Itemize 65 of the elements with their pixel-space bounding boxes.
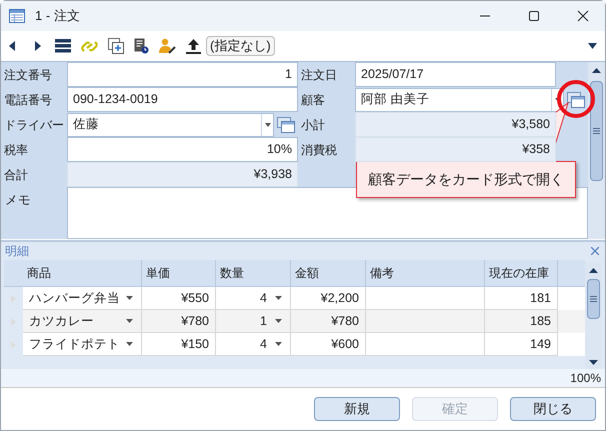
input-field[interactable]: 10%	[67, 137, 298, 162]
field-label: 小計	[300, 116, 326, 134]
field-label: 注文日	[300, 66, 338, 84]
field-label: 合計	[3, 166, 29, 184]
list-icon[interactable]	[55, 39, 71, 53]
readonly-field: ¥358	[355, 137, 556, 162]
caret-icon	[264, 122, 270, 126]
tooltip: 顧客データをカード形式で開く	[356, 161, 576, 198]
readonly-field: ¥3,938	[67, 162, 298, 187]
table-cell: ¥150	[142, 333, 216, 356]
action-button[interactable]: 閉じる	[510, 397, 596, 421]
column-header[interactable]: 現在の在庫	[485, 260, 558, 286]
copy-add-icon[interactable]	[108, 38, 124, 54]
caret-icon	[126, 296, 133, 300]
memo-field[interactable]	[67, 187, 588, 239]
readonly-field: ¥3,580	[355, 112, 556, 137]
column-header[interactable]: 備考	[366, 260, 485, 286]
window-title: 1 - 注文	[35, 7, 80, 26]
input-field[interactable]: 2025/07/17	[355, 62, 556, 87]
caret-icon	[275, 342, 282, 346]
zoom-level: 100%	[570, 370, 601, 387]
column-header[interactable]: 商品	[23, 260, 142, 286]
scrollbar[interactable]	[588, 62, 605, 239]
card-window-icon[interactable]	[567, 92, 585, 108]
table-icon	[9, 9, 25, 23]
upload-icon[interactable]	[186, 38, 201, 54]
panel-title: 明細	[5, 243, 29, 260]
grip-icon	[590, 296, 597, 302]
next-icon[interactable]	[35, 41, 41, 51]
caret-icon	[126, 319, 133, 323]
column-header[interactable]: 金額	[291, 260, 366, 286]
field-label: 電話番号	[3, 92, 53, 108]
scroll-up-icon[interactable]	[592, 68, 601, 73]
table-cell: 149	[485, 333, 558, 356]
combo-cell[interactable]: 4	[216, 333, 291, 356]
field-label: 顧客	[300, 92, 326, 108]
input-field[interactable]: 1	[67, 62, 298, 87]
scroll-down-icon[interactable]	[589, 360, 598, 365]
table-cell: ¥600	[291, 333, 366, 356]
combo-box[interactable]: 阿部 由美子	[355, 88, 564, 112]
maximize-icon[interactable]	[528, 10, 540, 22]
combo-box[interactable]: 佐藤	[67, 112, 274, 136]
combo-cell[interactable]: フライドポテト	[23, 333, 142, 356]
highlight-circle	[556, 79, 596, 119]
grip-icon	[593, 128, 600, 134]
action-button[interactable]: 新規	[314, 397, 400, 421]
caret-icon	[126, 342, 133, 346]
field-label: 注文番号	[3, 66, 53, 84]
field-label: 消費税	[300, 142, 338, 158]
document-clock-icon[interactable]	[134, 38, 149, 54]
field-label: ドライバー	[3, 116, 65, 134]
scroll-up-icon[interactable]	[589, 268, 598, 273]
caret-icon	[275, 319, 282, 323]
column-header[interactable]: 単価	[142, 260, 216, 286]
previous-icon[interactable]	[9, 41, 15, 51]
person-pencil-icon[interactable]	[159, 38, 176, 54]
caret-icon	[275, 296, 282, 300]
column-header[interactable]: 数量	[216, 260, 291, 286]
field-label: 税率	[3, 142, 29, 158]
input-field[interactable]: 090-1234-0019	[67, 87, 298, 112]
field-label: メモ	[4, 192, 32, 209]
close-icon[interactable]	[577, 10, 589, 22]
card-window-icon[interactable]	[277, 116, 295, 132]
filter-button[interactable]: (指定なし)	[206, 36, 275, 56]
caret-icon[interactable]	[588, 43, 597, 49]
